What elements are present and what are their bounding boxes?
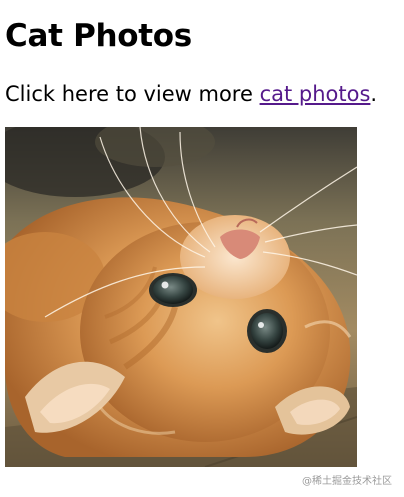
page-title: Cat Photos [5, 18, 192, 54]
intro-text: Click here to view more [5, 82, 260, 106]
intro-period: . [370, 82, 378, 106]
watermark: @稀土掘金技术社区 [302, 476, 392, 487]
cat-photo [5, 127, 357, 467]
intro-paragraph: Click here to view more cat photos. [5, 80, 377, 108]
cat-photos-link[interactable]: cat photos [260, 82, 371, 106]
kitten-image [5, 127, 357, 467]
